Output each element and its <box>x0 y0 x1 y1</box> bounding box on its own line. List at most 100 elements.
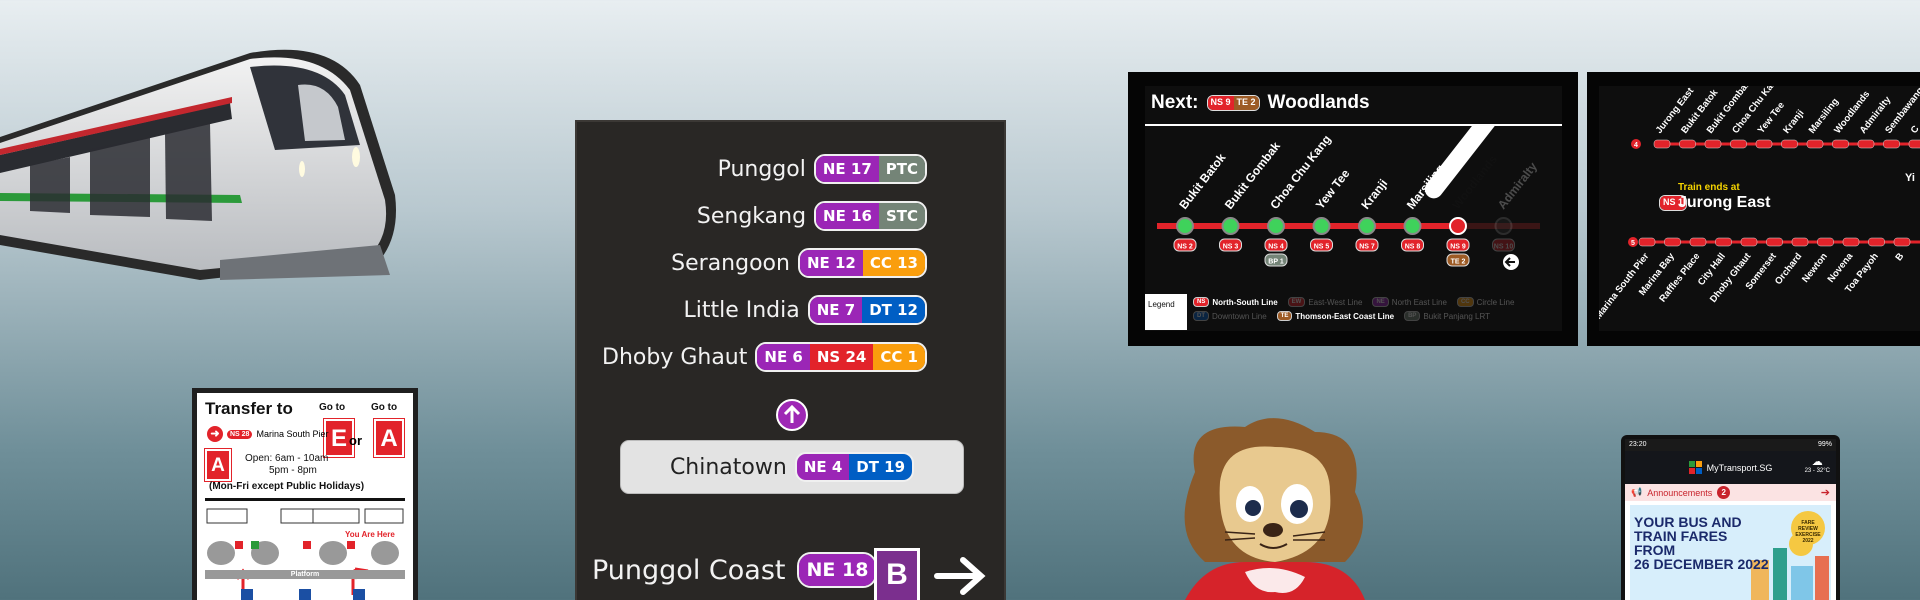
chevron-right-icon[interactable]: ➔ <box>1821 486 1830 499</box>
legend-item: NS North-South Line <box>1193 297 1278 307</box>
strip-station-name: Admiralty <box>1495 159 1540 211</box>
terminus-station-name: Punggol Coast <box>592 554 786 586</box>
route-station-badge <box>1715 237 1732 247</box>
poster-goto-2: Go to <box>371 402 398 413</box>
line-code-cc: CC 13 <box>862 250 925 276</box>
poster-goto-1: Go to <box>319 402 346 413</box>
line-code-ne: NE 12 <box>799 250 863 276</box>
current-station-codes: NE 4 DT 19 <box>794 452 915 482</box>
line-code-ne: NE 17 <box>815 156 879 182</box>
opening-hours: Open: 6am - 10am 5pm - 8pm <box>245 453 329 476</box>
poster-or: or <box>349 433 362 448</box>
destination-name: Serangoon <box>671 250 790 276</box>
station-code-text: NS 4 <box>1268 244 1284 251</box>
line-code-ne: NE 6 <box>757 344 810 370</box>
transfer-poster: Transfer to Go to Go to E or A ➜ NS 28 M… <box>192 388 418 600</box>
mytransport-phone: 23:20 99% MyTransport.SG ☁ 23 - 32°C 📢 A… <box>1621 435 1840 600</box>
strip-station-name: Yew Tee <box>1313 166 1353 211</box>
legend-list: NS North-South Line EW East-West Line NE Nort… <box>1193 297 1563 321</box>
direction-left-arrow-icon <box>1503 254 1519 270</box>
destination-name: Sengkang <box>696 203 807 229</box>
platform-label: Platform <box>205 570 405 579</box>
station-dot <box>1403 217 1422 235</box>
legend-code: NS <box>1193 297 1210 307</box>
station-dot <box>1312 217 1331 235</box>
legend-code: NE <box>1372 297 1389 307</box>
route-station-badge <box>1908 139 1920 149</box>
strip-station: Yew Tee NS 5 <box>1310 166 1353 252</box>
route-station-badge <box>1638 237 1656 247</box>
legend-label: Thomson-East Coast Line <box>1295 311 1395 321</box>
station-dot <box>1358 217 1376 235</box>
fare-review-badge: FARE REVIEW EXERCISE 2022 <box>1791 511 1825 545</box>
destination-name: Dhoby Ghaut <box>602 344 748 370</box>
legend-label: Downtown Line <box>1212 311 1267 321</box>
legend-item: TE Thomson-East Coast Line <box>1276 311 1395 321</box>
station-code-text: NS 3 <box>1223 244 1239 251</box>
current-station-name: Chinatown <box>669 454 787 480</box>
route-map-display: Jurong East Bukit Batok Bukit Gombak Choa C… <box>1587 72 1920 346</box>
fare-banner[interactable]: FARE REVIEW EXERCISE 2022 YOUR BUS AND T… <box>1630 505 1831 600</box>
strip-station: Kranji NS 7 <box>1355 176 1390 252</box>
weather-temp: 23 - 32°C <box>1804 468 1830 474</box>
destination-name: Little India <box>683 297 800 323</box>
weather-widget[interactable]: ☁ 23 - 32°C <box>1805 455 1830 474</box>
platform-diagram <box>206 508 404 600</box>
app-header: MyTransport.SG ☁ 23 - 32°C <box>1625 451 1836 484</box>
announcements-label: Announcements <box>1647 487 1713 498</box>
current-station-banner: Chinatown NE 4 DT 19 <box>620 440 964 494</box>
legend-code: EW <box>1287 297 1306 307</box>
divider <box>205 498 405 501</box>
route-station-badge <box>1893 237 1911 247</box>
destination-row: Punggol NE 17 PTC <box>718 154 927 184</box>
strip-station-name: Kranji <box>1358 176 1390 211</box>
line-code-ne: NE 4 <box>796 454 850 480</box>
line-code-ne: NE 16 <box>816 203 879 229</box>
legend-item: DT Downtown Line <box>1193 311 1267 321</box>
poster-note: (Mon-Fri except Public Holidays) <box>209 481 365 492</box>
destination-code-pill: NE 17 PTC <box>813 154 927 184</box>
next-station-codes: NS 9 TE 2 <box>1206 95 1260 111</box>
announcements-bar[interactable]: 📢 Announcements 2 ➔ <box>1625 484 1836 501</box>
line-code-cc: CC 1 <box>873 344 925 370</box>
route-station-badge <box>1679 139 1696 149</box>
route-station-name: Newton <box>1800 251 1830 285</box>
route-station-badge <box>1766 237 1783 247</box>
route-station-badge <box>1832 139 1849 149</box>
next-station-name: Woodlands <box>1267 92 1370 113</box>
exit-a-box: A <box>373 418 405 458</box>
route-marker-label: 5 <box>1631 240 1635 247</box>
exit-b-sign: B <box>874 548 920 600</box>
strip-station: WoodlandsNS 9TE 2 <box>1424 126 1500 267</box>
train-ends-label: Train ends at <box>1678 182 1740 193</box>
station-code-text: NS 7 <box>1359 244 1375 251</box>
route-station-badge <box>1755 139 1773 149</box>
legend-label: North-South Line <box>1212 297 1278 307</box>
legend-item: BP Bukit Panjang LRT <box>1404 311 1490 321</box>
right-arrow-icon <box>934 557 986 595</box>
status-battery: 99% <box>1817 441 1832 448</box>
route-station-name: B <box>1893 251 1906 263</box>
exit-a-small: A <box>204 448 232 482</box>
announcements-count: 2 <box>1717 486 1731 499</box>
station-dot <box>1449 217 1467 235</box>
legend-label: Circle Line <box>1476 297 1515 307</box>
status-time: 23:20 <box>1629 441 1647 448</box>
route-station-badge <box>1817 237 1834 247</box>
app-logo-icon <box>1688 461 1702 474</box>
terminus-row: Punggol Coast NE 18 <box>592 552 878 588</box>
line-code-ns: NS 9 <box>1207 96 1234 110</box>
clipped-station-label: Yi <box>1905 172 1915 184</box>
banner-text: YOUR BUS AND TRAIN FARES FROM 26 DECEMBE… <box>1634 514 1769 572</box>
route-station-name: C <box>1909 124 1920 136</box>
route-station-badge <box>1842 237 1860 247</box>
route-station-badge <box>1664 237 1681 247</box>
legend-item: NE North East Line <box>1372 297 1447 307</box>
destination-row: Dhoby Ghaut NE 6 NS 24 CC 1 <box>602 342 927 372</box>
line-strip-map: Bukit BatokNS 2Bukit GombakNS 3Choa Chu … <box>1157 126 1540 270</box>
route-code: NS 28 <box>227 429 253 439</box>
up-arrow-icon <box>776 399 808 431</box>
status-bar: 23:20 99% <box>1625 439 1836 451</box>
station-code-text: NS 5 <box>1314 244 1330 251</box>
next-station-display: Next: NS 9 TE 2 Woodlands Bukit Batok NS 2… <box>1128 72 1578 346</box>
